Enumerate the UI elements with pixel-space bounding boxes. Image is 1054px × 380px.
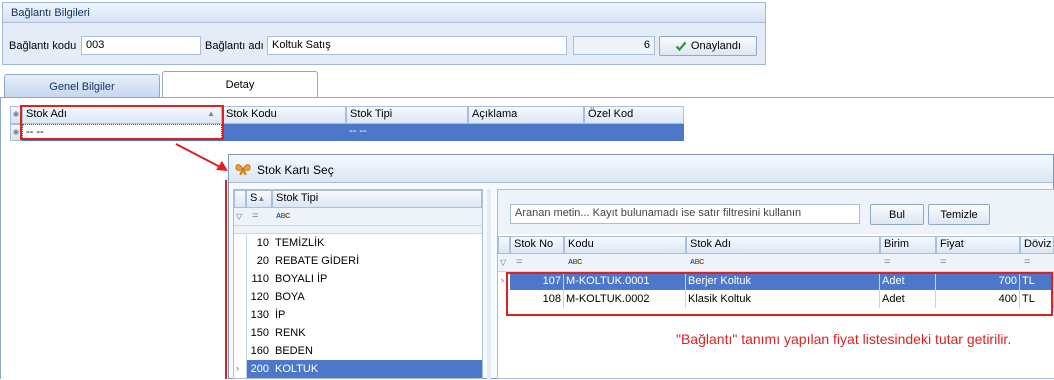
new-row-stok-tipi[interactable]: -- -- [346, 124, 468, 140]
connection-code-input[interactable]: 003 [81, 36, 201, 55]
col-stok-kodu[interactable]: Stok Kodu [222, 106, 346, 124]
filter-icon: ▽ [236, 212, 243, 221]
text-filter-icon: ABC [276, 213, 290, 220]
type-grid-corner [234, 190, 246, 208]
filter-equals-price: = [940, 256, 947, 268]
type-col-name[interactable]: Stok Tipi [272, 190, 482, 208]
filter-icon: ▽ [500, 258, 507, 267]
group-title: Bağlantı Bilgileri [11, 7, 90, 19]
type-row[interactable]: 200 KOLTUK [247, 360, 482, 378]
connection-code-label: Bağlantı kodu [9, 40, 77, 52]
col-birim[interactable]: Birim [880, 236, 936, 254]
dialog-title: Stok Kartı Seç [257, 163, 334, 177]
text-filter-icon: ABC [568, 259, 582, 266]
find-button[interactable]: Bul [870, 204, 924, 225]
count-field: 6 [573, 36, 655, 55]
check-icon [675, 41, 687, 52]
type-row[interactable]: 110 BOYALI İP [247, 270, 482, 288]
type-name: TEMİZLİK [275, 237, 325, 249]
dialog-titlebar: Stok Kartı Seç [229, 155, 1053, 183]
group-header: Bağlantı Bilgileri [3, 3, 765, 23]
type-code: 150 [250, 327, 269, 339]
filter-equals-currency: = [1024, 256, 1031, 268]
highlight-stock-rows [506, 272, 1053, 316]
col-doviz[interactable]: Döviz [1020, 236, 1054, 254]
type-name: BOYALI İP [275, 273, 328, 285]
type-code: 110 [251, 273, 269, 285]
splitter[interactable] [487, 189, 491, 379]
type-code: 10 [256, 237, 269, 249]
type-name: RENK [275, 327, 306, 339]
text-filter-icon: ABC [690, 259, 704, 266]
tab-general[interactable]: Genel Bilgiler [4, 74, 160, 98]
type-name: İP [275, 309, 286, 321]
approved-label: Onaylandı [690, 40, 742, 52]
type-row[interactable]: 150 RENK [247, 324, 482, 342]
col-kodu[interactable]: Kodu [564, 236, 686, 254]
col-stok-tipi[interactable]: Stok Tipi [346, 106, 468, 124]
stock-grid-corner [498, 236, 510, 254]
connection-name-label: Bağlantı adı [205, 40, 264, 52]
connection-name-input[interactable]: Koltuk Satış [267, 36, 567, 55]
col-fiyat[interactable]: Fiyat [936, 236, 1020, 254]
col-aciklama[interactable]: Açıklama [468, 106, 584, 124]
stock-type-grid: S▲ Stok Tipi ▽ = ABC 10 TEMİZLİK 20 REBATE … [233, 189, 483, 380]
type-row[interactable]: 10 TEMİZLİK [247, 234, 482, 252]
type-code: 130 [250, 309, 269, 321]
type-grid-spacer [234, 226, 482, 234]
highlight-stok-adi [20, 105, 224, 140]
filter-equals-unit: = [884, 256, 891, 268]
search-input[interactable]: Aranan metin... Kayıt bulunamadı ise sat… [510, 204, 860, 224]
type-row[interactable]: 160 BEDEN [247, 342, 482, 360]
stock-filter-row[interactable]: ▽ = ABC ABC = = = [498, 254, 1054, 272]
type-col-s[interactable]: S▲ [246, 190, 272, 208]
type-code: 120 [250, 291, 269, 303]
type-code: 200 [250, 363, 269, 375]
type-code: 20 [256, 255, 269, 267]
sort-asc-icon: ▲ [257, 194, 266, 203]
type-name: BEDEN [275, 345, 313, 357]
current-row-icon: › [501, 275, 504, 285]
tab-detail[interactable]: Detay [162, 71, 318, 98]
red-arrow-icon [175, 143, 228, 171]
col-ozel-kod[interactable]: Özel Kod [584, 106, 684, 124]
type-filter-row[interactable]: ▽ = ABC [234, 208, 482, 226]
connection-info-group: Bağlantı Bilgileri Bağlantı kodu 003 Bağ… [2, 2, 766, 65]
type-row[interactable]: 20 REBATE GİDERİ [247, 252, 482, 270]
butterfly-icon [235, 164, 251, 176]
type-code: 160 [250, 345, 269, 357]
annotation-text: "Bağlantı" tanımı yapılan fiyat listesin… [676, 331, 1012, 347]
type-name: REBATE GİDERİ [275, 255, 360, 267]
col-stok-no[interactable]: Stok No [510, 236, 564, 254]
current-row-icon: › [236, 363, 239, 373]
clear-button[interactable]: Temizle [928, 204, 990, 225]
filter-equals: = [252, 210, 259, 222]
filter-equals-no: = [516, 256, 523, 268]
type-name: KOLTUK [275, 363, 319, 375]
approved-button[interactable]: Onaylandı [659, 36, 757, 56]
col-stok-adi-dialog[interactable]: Stok Adı [686, 236, 880, 254]
type-name: BOYA [275, 291, 305, 303]
type-row[interactable]: 120 BOYA [247, 288, 482, 306]
highlight-type-grid [222, 180, 227, 379]
type-row[interactable]: 130 İP [247, 306, 482, 324]
